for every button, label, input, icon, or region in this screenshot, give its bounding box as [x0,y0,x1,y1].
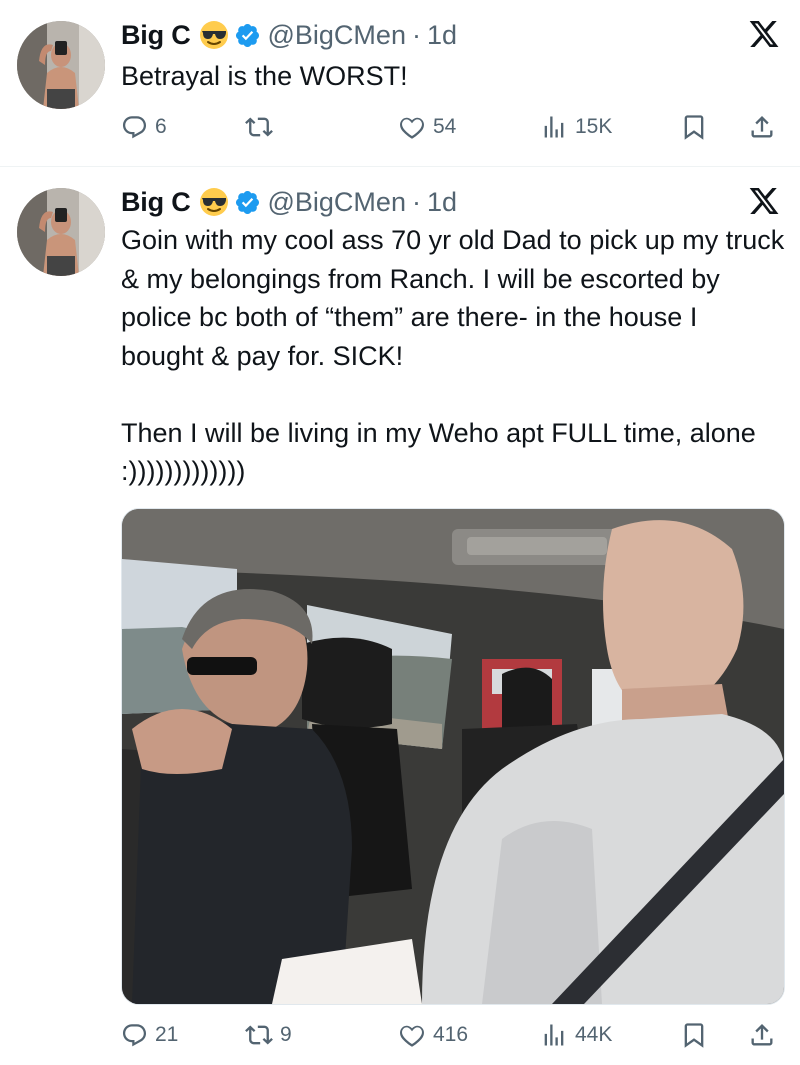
views-icon [540,113,568,141]
separator-dot: · [411,186,421,217]
views-count: 44K [575,1023,613,1046]
share-button[interactable] [748,1015,776,1055]
bookmark-button[interactable] [680,1015,708,1055]
verified-badge-icon [234,189,261,216]
views-button[interactable]: 15K [540,107,612,147]
reply-count: 21 [155,1023,179,1046]
share-icon [748,113,776,141]
x-logo-icon [748,18,780,50]
like-count: 54 [433,115,457,138]
handle[interactable]: @BigCMen [268,20,406,51]
display-name[interactable]: Big C [121,20,191,51]
tweet-header: Big C @BigCMen · 1d [121,184,457,220]
bookmark-icon [680,1021,708,1049]
action-bar: 21 9 416 44K [121,1015,786,1055]
like-button[interactable]: 54 [398,107,456,147]
repost-button[interactable] [245,107,280,147]
separator-dot: · [411,19,421,50]
share-icon [748,1021,776,1049]
views-button[interactable]: 44K [540,1015,612,1055]
heart-icon [398,1021,426,1049]
bookmark-button[interactable] [680,107,708,147]
reply-button[interactable]: 21 [121,1015,178,1055]
repost-icon [245,113,273,141]
timestamp[interactable]: 1d [427,20,457,51]
reply-icon [121,114,148,141]
tweet-header: Big C @BigCMen · 1d [121,17,457,53]
verified-badge-icon [234,22,261,49]
tweet-text: Goin with my cool ass 70 yr old Dad to p… [121,225,785,486]
car-selfie-photo [122,509,784,1004]
sunglasses-emoji-icon [199,20,229,50]
repost-icon [245,1021,273,1049]
views-icon [540,1021,568,1049]
display-name[interactable]: Big C [121,187,191,218]
share-button[interactable] [748,107,776,147]
handle[interactable]: @BigCMen [268,187,406,218]
tweet-2[interactable]: Big C @BigCMen · 1d Goin with my cool as… [0,167,800,1065]
repost-count: 9 [280,1023,292,1046]
views-count: 15K [575,115,613,138]
sunglasses-emoji-icon [199,187,229,217]
bookmark-icon [680,113,708,141]
reply-count: 6 [155,115,167,138]
reply-icon [121,1022,148,1049]
avatar[interactable] [17,188,105,276]
tweet-1[interactable]: Big C @BigCMen · 1d Betrayal is the WORS… [0,0,800,166]
action-bar: 6 54 15K [121,107,786,147]
tweet-text: Betrayal is the WORST! [121,61,408,91]
avatar[interactable] [17,21,105,109]
timestamp[interactable]: 1d [427,187,457,218]
tweet-photo[interactable] [121,508,785,1005]
heart-icon [398,113,426,141]
like-count: 416 [433,1023,469,1046]
reply-button[interactable]: 6 [121,107,167,147]
x-logo-icon [748,185,780,217]
repost-button[interactable]: 9 [245,1015,292,1055]
like-button[interactable]: 416 [398,1015,468,1055]
